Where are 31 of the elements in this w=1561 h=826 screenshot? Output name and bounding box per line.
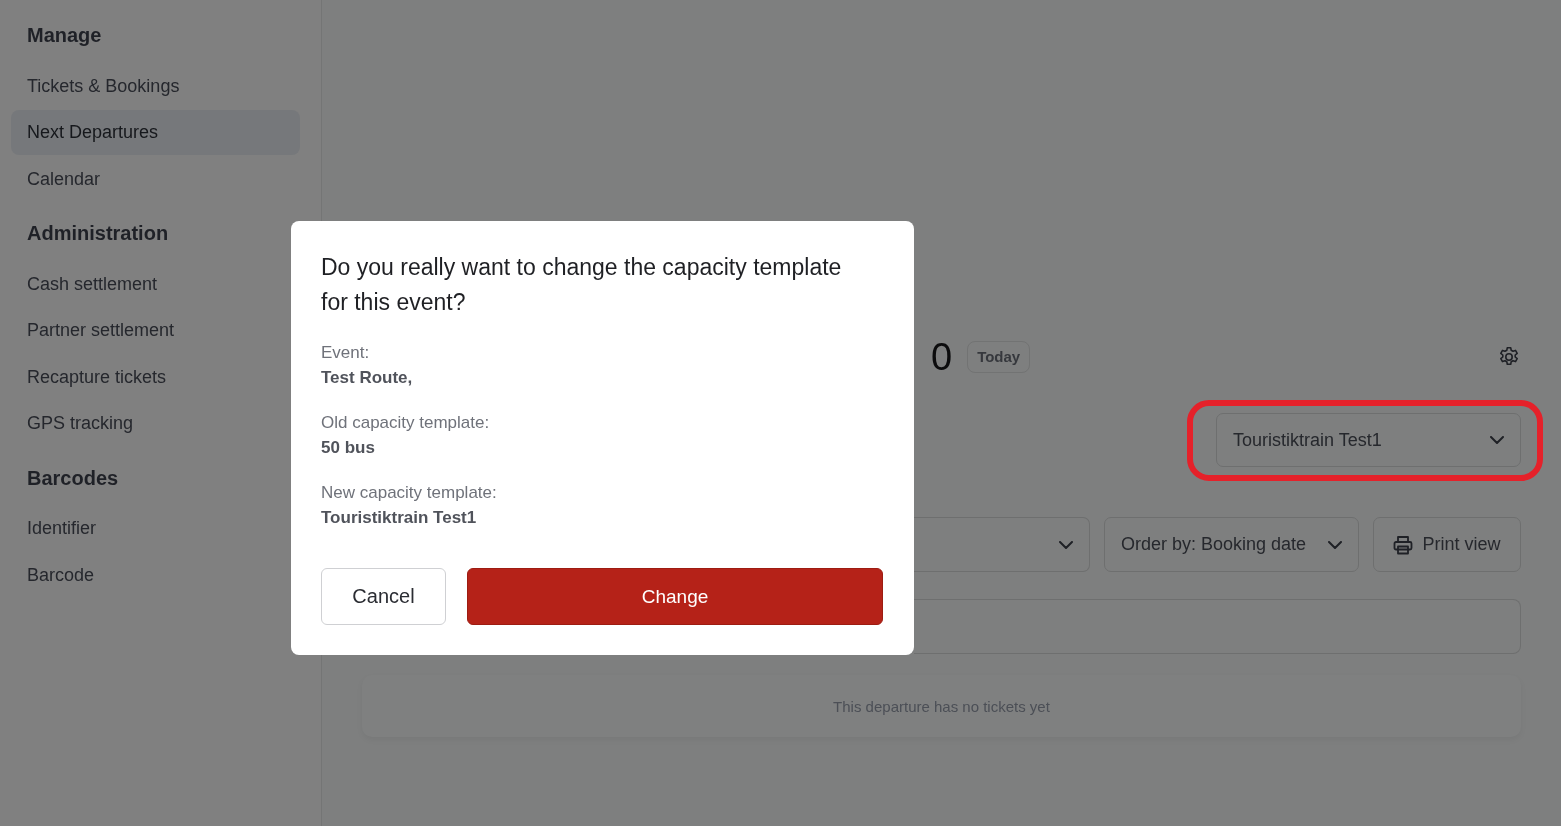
- detail-value: Test Route,: [321, 367, 413, 389]
- printer-icon: [1393, 534, 1414, 555]
- print-button[interactable]: Print view: [1373, 517, 1521, 572]
- search-field[interactable]: [914, 599, 1521, 654]
- heading-text: 0: [931, 339, 953, 375]
- section-heading: Administration: [26, 221, 169, 246]
- sidebar-item[interactable]: Identifier: [11, 506, 113, 551]
- sidebar-item[interactable]: Calendar: [11, 156, 117, 202]
- section-heading: Manage: [26, 23, 102, 48]
- sidebar-item[interactable]: Next Departures: [11, 110, 300, 155]
- cancel-button[interactable]: Cancel: [321, 568, 446, 625]
- sidebar-item[interactable]: Cash settlement: [11, 261, 174, 307]
- chevron-down-icon: [1059, 540, 1073, 549]
- detail-value: Touristiktrain Test1: [321, 507, 477, 529]
- chevron-down-icon: [1328, 540, 1342, 549]
- section-heading: Barcodes: [26, 465, 119, 491]
- sidebar-item[interactable]: Partner settlement: [11, 308, 191, 353]
- dialog-title: Do you really want to change the capacity template for this event?: [321, 253, 843, 317]
- detail-label: Old capacity template:: [321, 412, 490, 434]
- today-badge: Today: [967, 341, 1031, 373]
- detail-label: Event:: [321, 342, 370, 364]
- sort-select[interactable]: Order by: Booking date: [1104, 517, 1359, 572]
- sidebar-item[interactable]: Recapture tickets: [11, 354, 183, 400]
- detail-value: 50 bus: [321, 437, 375, 459]
- sidebar-item[interactable]: GPS tracking: [11, 401, 150, 446]
- chevron-down-icon: [1490, 436, 1504, 444]
- sidebar-item[interactable]: Tickets & Bookings: [11, 63, 196, 109]
- sidebar-item[interactable]: Barcode: [11, 552, 111, 598]
- change-button[interactable]: Change: [467, 568, 883, 625]
- capacity-select[interactable]: Touristiktrain Test1: [1216, 413, 1521, 467]
- detail-label: New capacity template:: [321, 482, 497, 504]
